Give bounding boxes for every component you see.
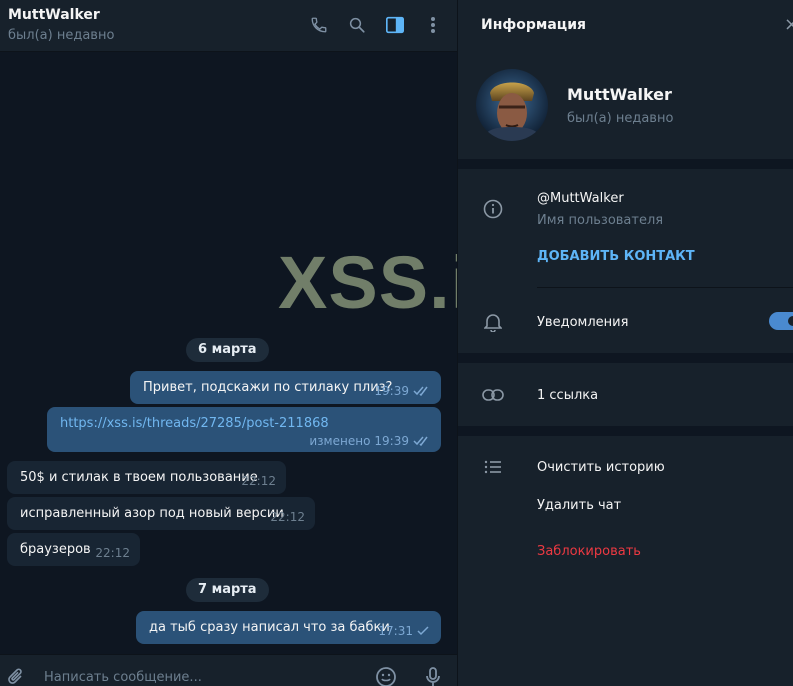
add-contact-button[interactable]: ДОБАВИТЬ КОНТАКТ (537, 249, 695, 264)
profile-name: MuttWalker (567, 85, 672, 104)
double-check-icon (413, 386, 428, 396)
chat-title[interactable]: MuttWalker (8, 7, 100, 23)
message-time: 22:12 (270, 510, 305, 524)
section-divider (458, 159, 793, 169)
chat-column: MuttWalker был(а) недавно XSS.is 6 марта… (0, 0, 513, 686)
username-value[interactable]: @MuttWalker (537, 191, 624, 206)
message-time: 22:12 (95, 546, 130, 560)
message-link[interactable]: https://xss.is/threads/27285/post-211868 (60, 416, 329, 431)
delete-chat-button[interactable]: Удалить чат (537, 498, 621, 513)
close-icon[interactable]: × (784, 14, 793, 38)
message-text: 50$ и стилак в твоем пользование (20, 470, 258, 485)
message-bubble-incoming[interactable]: исправленный азор под новый версии 22:12 (7, 497, 315, 530)
avatar[interactable] (476, 69, 548, 141)
emoji-icon[interactable] (374, 665, 398, 686)
phone-icon[interactable] (308, 14, 330, 36)
chat-status: был(а) недавно (8, 28, 115, 43)
double-check-icon (413, 436, 428, 446)
message-bubble-outgoing[interactable]: Привет, подскажи по стилаку плиз? 19:39 (130, 371, 441, 404)
info-title: Информация (481, 17, 586, 33)
clear-history-button[interactable]: Очистить историю (537, 460, 665, 475)
date-separator: 6 марта (186, 338, 269, 362)
profile-status: был(а) недавно (567, 111, 674, 126)
message-time: 22:12 (241, 474, 276, 488)
info-icon (482, 198, 504, 220)
chat-header: MuttWalker был(а) недавно (0, 0, 457, 52)
microphone-icon[interactable] (421, 665, 445, 686)
notifications-label: Уведомления (537, 315, 629, 330)
message-text: Привет, подскажи по стилаку плиз? (143, 380, 393, 395)
notifications-toggle[interactable] (769, 312, 793, 330)
bell-icon (482, 311, 504, 333)
block-user-button[interactable]: Заблокировать (537, 544, 641, 559)
message-bubble-outgoing[interactable]: да тыб сразу написал что за бабки 17:31 (136, 611, 441, 644)
message-time: 17:31 (378, 624, 413, 638)
message-time: 19:39 (374, 434, 409, 448)
row-divider (537, 287, 793, 288)
message-text: браузеров (20, 542, 91, 557)
message-bubble-incoming[interactable]: браузеров 22:12 (7, 533, 140, 566)
message-time: 19:39 (374, 384, 409, 398)
message-input[interactable]: Написать сообщение... (44, 670, 202, 685)
attach-icon[interactable] (4, 665, 28, 686)
message-bubble-outgoing[interactable]: https://xss.is/threads/27285/post-211868… (47, 407, 441, 452)
section-divider (458, 426, 793, 436)
link-icon (482, 384, 504, 406)
date-separator: 7 марта (186, 578, 269, 602)
search-icon[interactable] (346, 14, 368, 36)
list-icon (482, 456, 504, 478)
message-composer: Написать сообщение... (0, 654, 457, 686)
info-panel: Информация × MuttWalker был(а) недавно @… (457, 0, 793, 686)
check-icon (417, 626, 429, 636)
username-label: Имя пользователя (537, 213, 664, 228)
more-vertical-icon[interactable] (422, 14, 444, 36)
message-bubble-incoming[interactable]: 50$ и стилак в твоем пользование 22:12 (7, 461, 286, 494)
sidebar-panel-icon[interactable] (384, 14, 406, 36)
message-text: да тыб сразу написал что за бабки (149, 620, 390, 635)
shared-links-item[interactable]: 1 ссылка (537, 388, 598, 403)
message-text: исправленный азор под новый версии (20, 506, 284, 521)
toggle-knob (786, 314, 793, 328)
section-divider (458, 353, 793, 363)
message-edited-label: изменено (309, 434, 371, 448)
